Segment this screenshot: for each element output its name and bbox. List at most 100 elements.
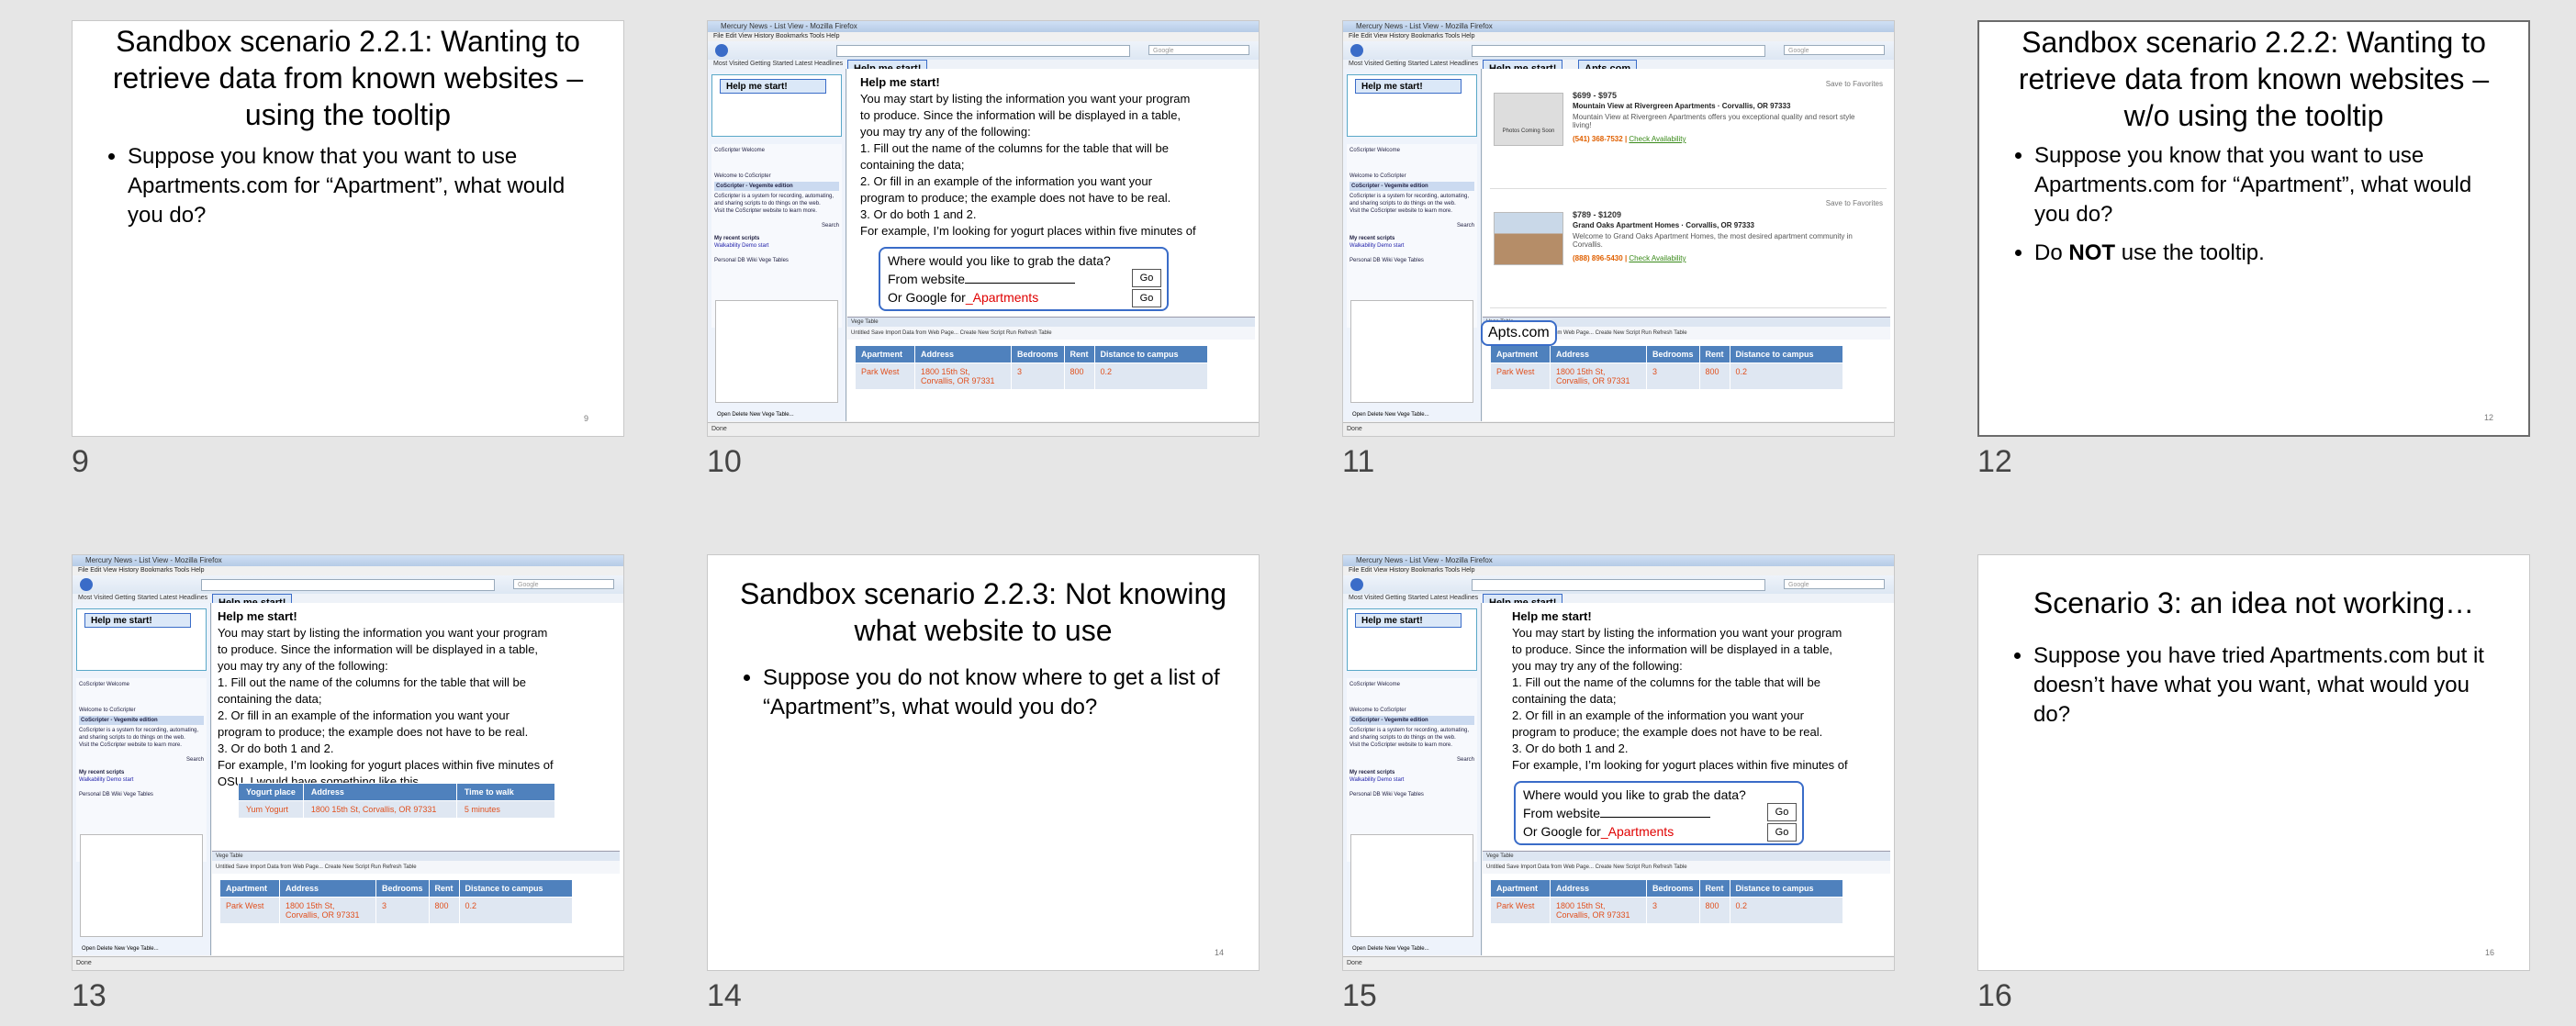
table-cell[interactable]: 800 (428, 897, 460, 924)
listing-name[interactable]: Grand Oaks Apartment Homes · Corvallis, … (1573, 221, 1754, 229)
go-button[interactable]: Go (1767, 803, 1797, 821)
table-cell[interactable]: 3 (1646, 897, 1700, 924)
panel-link[interactable]: Visit the CoScripter website to learn mo… (1350, 742, 1474, 749)
panel-title: CoScripter Welcome (714, 148, 765, 153)
menu-bar[interactable]: File Edit View History Bookmarks Tools H… (1343, 32, 1894, 41)
bookmarks-bar[interactable]: Most Visited Getting Started Latest Head… (73, 594, 623, 603)
check-availability-link[interactable]: Check Availability (1629, 254, 1686, 262)
panel-search-button[interactable]: Search (1350, 756, 1474, 764)
panel-search-button[interactable]: Search (1350, 222, 1474, 229)
help-me-start-button[interactable]: Help me start! (1355, 79, 1462, 94)
check-availability-link[interactable]: Check Availability (1629, 135, 1686, 143)
from-website-field[interactable] (1600, 817, 1711, 818)
table-cell[interactable]: Park West (219, 897, 280, 924)
sidebar-buttons[interactable]: Open Delete New Vege Table... (717, 412, 794, 418)
menu-bar[interactable]: File Edit View History Bookmarks Tools H… (1343, 566, 1894, 575)
table-cell[interactable]: 3 (1011, 362, 1065, 390)
table-cell[interactable]: 1800 15th St, Corvallis, OR 97331 (1550, 897, 1647, 924)
slide-12-thumbnail[interactable]: Sandbox scenario 2.2.2: Wanting to retri… (1977, 20, 2530, 437)
menu-bar[interactable]: File Edit View History Bookmarks Tools H… (73, 566, 623, 575)
table-cell[interactable]: 0.2 (1729, 897, 1843, 924)
vege-tables-list[interactable] (715, 300, 838, 403)
slide-page-number: 9 (583, 414, 588, 423)
vege-table-toolbar[interactable]: Untitled Save Import Data from Web Page.… (212, 861, 620, 874)
from-website-label: From website (1523, 806, 1601, 820)
slide-14-thumbnail[interactable]: Sandbox scenario 2.2.3: Not knowing what… (707, 554, 1260, 971)
vege-tables-list[interactable] (80, 834, 203, 937)
table-cell[interactable]: 1800 15th St, Corvallis, OR 97331 (1550, 362, 1647, 390)
slide-10-thumbnail[interactable]: Mercury News - List View - Mozilla Firef… (707, 20, 1260, 437)
table-cell[interactable]: Park West (855, 362, 915, 390)
panel-tabs[interactable]: Personal DB Wiki Vege Tables (1350, 791, 1474, 798)
panel-search-button[interactable]: Search (79, 756, 204, 764)
search-input[interactable]: Google (1784, 45, 1885, 55)
table-cell[interactable]: 0.2 (1729, 362, 1843, 390)
slide-number-label: 13 (72, 978, 106, 1013)
apts-bubble[interactable]: Apts.com (1481, 320, 1557, 346)
table-cell[interactable]: 1800 15th St, Corvallis, OR 97331 (914, 362, 1012, 390)
go-button[interactable]: Go (1132, 289, 1161, 307)
url-input[interactable] (836, 45, 1130, 57)
back-icon[interactable] (1350, 578, 1363, 591)
table-cell[interactable]: 0.2 (458, 897, 573, 924)
bookmarks-bar[interactable]: Most Visited Getting Started Latest Head… (708, 60, 1259, 69)
slide-13-thumbnail[interactable]: Mercury News - List View - Mozilla Firef… (72, 554, 624, 971)
back-icon[interactable] (80, 578, 93, 591)
slide-16-thumbnail[interactable]: Scenario 3: an idea not working… Suppose… (1977, 554, 2530, 971)
table-cell[interactable]: 800 (1698, 897, 1730, 924)
sidebar-buttons[interactable]: Open Delete New Vege Table... (82, 946, 159, 952)
url-input[interactable] (1472, 579, 1765, 591)
url-input[interactable] (201, 579, 495, 591)
go-button[interactable]: Go (1132, 269, 1161, 287)
panel-link[interactable]: Visit the CoScripter website to learn mo… (1350, 207, 1474, 215)
panel-recent-item[interactable]: Walkability Demo start (79, 776, 204, 784)
vege-tables-list[interactable] (1350, 834, 1473, 937)
slide-11-thumbnail[interactable]: Mercury News - List View - Mozilla Firef… (1342, 20, 1895, 437)
save-favorites-link[interactable]: Save to Favorites (1826, 80, 1883, 88)
table-header: Distance to campus (458, 879, 573, 898)
menu-bar[interactable]: File Edit View History Bookmarks Tools H… (708, 32, 1259, 41)
help-me-start-button[interactable]: Help me start! (720, 79, 826, 94)
panel-link[interactable]: Visit the CoScripter website to learn mo… (79, 742, 204, 749)
search-input[interactable]: Google (1784, 579, 1885, 589)
table-cell[interactable]: Park West (1490, 362, 1551, 390)
back-icon[interactable] (715, 44, 728, 57)
table-cell[interactable]: 3 (375, 897, 430, 924)
panel-tabs[interactable]: Personal DB Wiki Vege Tables (714, 257, 839, 264)
vege-table-toolbar[interactable]: Untitled Save Import Data from Web Page.… (1483, 861, 1890, 874)
save-favorites-link[interactable]: Save to Favorites (1826, 199, 1883, 207)
search-input[interactable]: Google (513, 579, 614, 589)
sidebar-buttons[interactable]: Open Delete New Vege Table... (1352, 946, 1429, 952)
table-cell[interactable]: 1800 15th St, Corvallis, OR 97331 (279, 897, 376, 924)
help-me-start-button[interactable]: Help me start! (84, 613, 191, 628)
search-input[interactable]: Google (1148, 45, 1249, 55)
google-query-field[interactable]: _Apartments (1601, 824, 1674, 839)
panel-recent-item[interactable]: Walkability Demo start (714, 242, 839, 250)
panel-link[interactable]: Visit the CoScripter website to learn mo… (714, 207, 839, 215)
help-me-start-button[interactable]: Help me start! (1355, 613, 1462, 628)
listing-card[interactable]: Save to Favorites $789 - $1209 Grand Oak… (1490, 197, 1887, 308)
panel-tabs[interactable]: Personal DB Wiki Vege Tables (1350, 257, 1474, 264)
slide-9-thumbnail[interactable]: Sandbox scenario 2.2.1: Wanting to retri… (72, 20, 624, 437)
panel-recent-item[interactable]: Walkability Demo start (1350, 776, 1474, 784)
table-cell[interactable]: 3 (1646, 362, 1700, 390)
sidebar-buttons[interactable]: Open Delete New Vege Table... (1352, 412, 1429, 418)
vege-table-toolbar[interactable]: Untitled Save Import Data from Web Page.… (847, 327, 1255, 340)
panel-recent-item[interactable]: Walkability Demo start (1350, 242, 1474, 250)
table-cell[interactable]: 0.2 (1093, 362, 1208, 390)
url-input[interactable] (1472, 45, 1765, 57)
google-query-field[interactable]: _Apartments (966, 290, 1038, 305)
listing-name[interactable]: Mountain View at Rivergreen Apartments ·… (1573, 102, 1790, 110)
table-cell[interactable]: 800 (1063, 362, 1095, 390)
from-website-field[interactable] (965, 283, 1076, 284)
go-button[interactable]: Go (1767, 823, 1797, 842)
table-cell[interactable]: 800 (1698, 362, 1730, 390)
listing-card[interactable]: Save to Favorites Photos Coming Soon $69… (1490, 78, 1887, 189)
back-icon[interactable] (1350, 44, 1363, 57)
bookmarks-bar[interactable]: Most Visited Getting Started Latest Head… (1343, 594, 1894, 603)
table-cell[interactable]: Park West (1490, 897, 1551, 924)
vege-tables-list[interactable] (1350, 300, 1473, 403)
slide-15-thumbnail[interactable]: Mercury News - List View - Mozilla Firef… (1342, 554, 1895, 971)
panel-search-button[interactable]: Search (714, 222, 839, 229)
panel-tabs[interactable]: Personal DB Wiki Vege Tables (79, 791, 204, 798)
